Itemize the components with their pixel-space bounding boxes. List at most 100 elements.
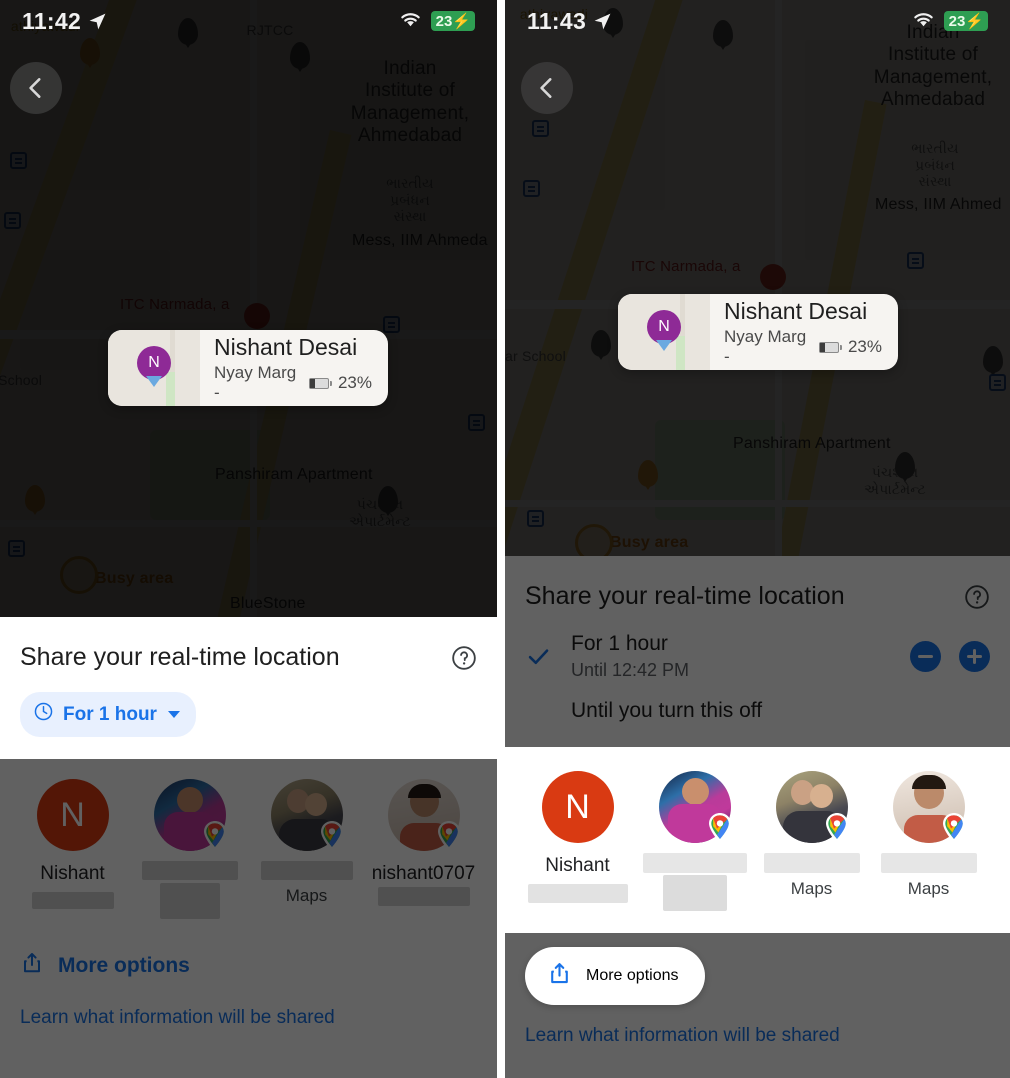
map-label-iim: Indian Institute of Management, Ahmedaba… [350, 58, 470, 147]
contacts-overflow-text: h a [496, 859, 497, 931]
map-icon-transit[interactable] [4, 212, 21, 229]
status-time: 11:43 [527, 7, 587, 34]
contact-item[interactable] [636, 771, 753, 912]
avatar [153, 779, 226, 851]
map-icon-transit[interactable] [532, 120, 549, 137]
panel-divider [497, 0, 505, 1078]
map-label-busy-area: Busy area [610, 534, 689, 551]
map-icon-transit[interactable] [383, 316, 400, 333]
map-pin-hotel[interactable] [244, 303, 270, 329]
contacts-row-left: N Nishant Maps nishant0707 [0, 759, 497, 933]
chevron-down-icon [167, 711, 180, 718]
duration-options-list: For 1 hour Until 12:42 PM Until you turn… [505, 621, 1010, 748]
map-icon-transit[interactable] [8, 540, 25, 557]
more-options-button[interactable]: More options [525, 947, 705, 1006]
map-icon-transit[interactable] [989, 374, 1006, 391]
map-busy-indicator [575, 524, 613, 556]
chevron-left-icon [29, 78, 41, 98]
duration-chip[interactable]: For 1 hour [20, 692, 196, 737]
more-options-button[interactable]: More options [20, 951, 190, 981]
increment-button[interactable] [959, 640, 990, 672]
help-circle-icon[interactable] [451, 645, 477, 671]
person-name: Nishant Desai [214, 333, 358, 360]
sheet-title-row: Share your real-time location [20, 643, 477, 672]
learn-more-link[interactable]: Learn what information will be shared [20, 1007, 477, 1029]
map-pin-hotel[interactable] [760, 264, 786, 290]
person-battery: 23% [337, 373, 372, 393]
duration-option-until: Until 12:42 PM [571, 660, 690, 681]
contact-app-label: Maps [285, 886, 328, 905]
map-canvas-left[interactable]: Indian Institute of Management, Ahmedaba… [0, 0, 497, 617]
map-pin-restaurant[interactable] [638, 460, 658, 487]
back-button[interactable] [10, 62, 62, 114]
person-location-card[interactable]: N Nishant Desai Nyay Marg - 23% [618, 294, 898, 370]
contact-item[interactable] [131, 779, 248, 919]
map-pin-poi[interactable] [895, 452, 915, 479]
redacted-block [159, 883, 220, 919]
help-circle-icon[interactable] [964, 584, 990, 610]
maps-badge-icon [434, 819, 464, 853]
contact-item[interactable]: Maps [248, 779, 365, 919]
duration-option-indefinite[interactable]: Until you turn this off [525, 685, 990, 729]
redacted-block [527, 884, 628, 904]
redacted-block [141, 861, 238, 880]
duration-option-row[interactable]: For 1 hour Until 12:42 PM [525, 625, 990, 685]
map-pin-poi[interactable] [983, 346, 1003, 373]
check-icon [525, 643, 571, 670]
map-pin-restaurant[interactable] [80, 38, 100, 65]
map-pin-poi[interactable] [378, 486, 398, 513]
sheet-header-right: Share your real-time location [505, 556, 1010, 621]
map-pin-restaurant[interactable] [25, 485, 45, 512]
contact-item[interactable]: nishant0707 [365, 779, 482, 919]
sheet-footer-right: More options Learn what information will… [505, 933, 1010, 1078]
map-icon-transit[interactable] [468, 414, 485, 431]
learn-more-link[interactable]: Learn what information will be shared [525, 1025, 990, 1047]
wifi-icon [399, 10, 422, 33]
decrement-button[interactable] [910, 640, 941, 672]
share-icon [547, 961, 572, 991]
person-location-card[interactable]: N Nishant Desai Nyay Marg - 23% [108, 330, 388, 406]
contact-name: Nishant [545, 855, 610, 877]
maps-badge-icon [705, 811, 735, 845]
status-time: 11:42 [22, 7, 82, 34]
person-avatar-pin: N [647, 310, 681, 344]
contacts-row-right: N Nishant Maps Maps [505, 747, 1010, 934]
status-badge-battery: 23 ⚡ [943, 11, 988, 31]
person-name: Nishant Desai [724, 297, 868, 324]
avatar-initial: N [565, 787, 590, 826]
map-icon-transit[interactable] [523, 180, 540, 197]
map-icon-transit[interactable] [10, 152, 27, 169]
maps-badge-icon [317, 819, 347, 853]
map-icon-transit[interactable] [527, 510, 544, 527]
avatar [270, 779, 343, 851]
redacted-block [642, 853, 747, 874]
duration-option-texts: For 1 hour Until 12:42 PM [571, 631, 910, 681]
duration-steppers [910, 640, 990, 672]
status-right-group: 23 ⚡ [399, 10, 475, 33]
map-icon-transit[interactable] [907, 252, 924, 269]
person-location: Nyay Marg - [724, 327, 807, 367]
location-arrow-icon [88, 12, 107, 31]
chevron-left-icon [540, 78, 552, 98]
sheet-header-left: Share your real-time location For 1 hour [0, 617, 497, 759]
contact-item[interactable]: Maps [870, 771, 987, 911]
battery-percent: 23 [435, 12, 453, 30]
maps-badge-icon [939, 811, 969, 845]
redacted-block [662, 875, 727, 912]
charging-bolt-icon: ⚡ [965, 13, 984, 30]
contact-item[interactable]: N Nishant [14, 779, 131, 919]
contact-item[interactable]: N Nishant [519, 771, 636, 911]
map-label-panshiram: Panshiram Apartment [733, 435, 891, 452]
person-detail-row: Nyay Marg - 23% [214, 363, 372, 403]
avatar [775, 771, 848, 844]
map-pin-school[interactable] [591, 330, 611, 357]
avatar [892, 771, 965, 844]
map-canvas-right[interactable]: Indian Institute of Management, Ahmedaba… [505, 0, 1010, 556]
map-busy-indicator [60, 556, 98, 594]
back-button[interactable] [521, 62, 573, 114]
maps-badge-icon [822, 811, 852, 845]
map-label-busy-area: Busy area [95, 570, 174, 587]
screenshot-stage: Indian Institute of Management, Ahmedaba… [0, 0, 1010, 1078]
contact-item[interactable]: Maps [753, 771, 870, 911]
map-pin-poi[interactable] [290, 42, 310, 69]
